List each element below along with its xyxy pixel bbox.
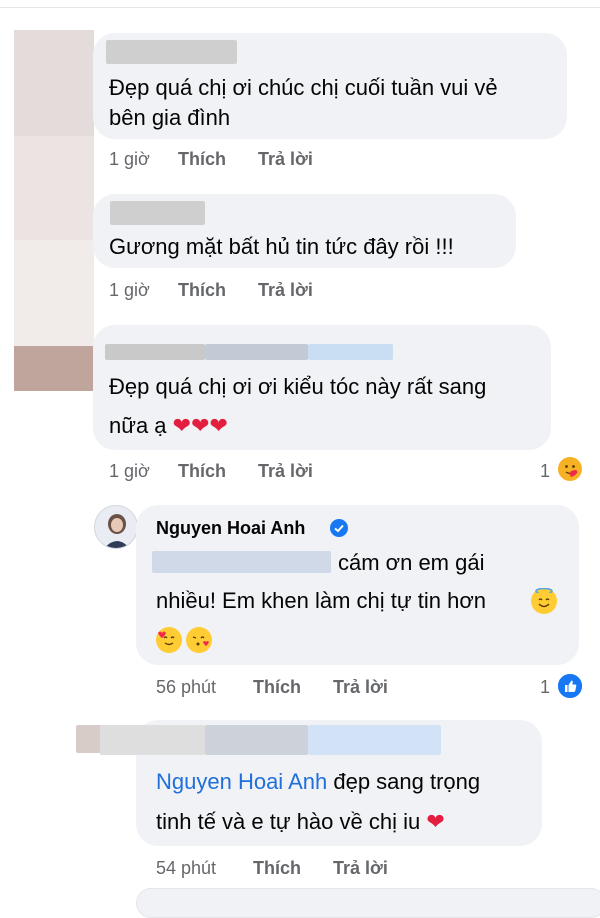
timestamp: 1 giờ <box>109 461 150 481</box>
heart-icon: ❤ <box>426 809 445 834</box>
reply-text: cám ơn em gái <box>338 550 485 575</box>
reaction-count: 1 <box>540 461 551 481</box>
reply-button[interactable]: Trả lời <box>333 858 388 879</box>
smiling-hearts-emoji-icon <box>156 627 182 653</box>
redacted-mention <box>152 551 331 573</box>
comment-text-part: nữa ạ <box>109 413 167 438</box>
top-divider <box>0 7 600 8</box>
timestamp: 54 phút <box>156 858 217 878</box>
reply-text-part: tinh tế và e tự hào về chị iu <box>156 809 421 834</box>
reply-button[interactable]: Trả lời <box>333 677 388 698</box>
reply-text: tinh tế và e tự hào về chị iu ❤ <box>156 802 445 841</box>
redacted-name <box>205 344 308 360</box>
next-reply-input[interactable] <box>136 888 600 918</box>
avatar[interactable] <box>94 505 138 549</box>
verified-badge-icon <box>330 519 348 537</box>
like-button[interactable]: Thích <box>178 461 226 482</box>
author-name[interactable]: Nguyen Hoai Anh <box>156 518 305 539</box>
care-reaction-icon[interactable] <box>558 457 582 481</box>
reply-text: nhiều! Em khen làm chị tự tin hơn <box>156 588 486 613</box>
timestamp: 1 giờ <box>109 280 150 300</box>
timestamp: 1 giờ <box>109 149 150 169</box>
blurred-avatars <box>14 30 94 391</box>
heart-icon: ❤❤❤ <box>172 413 228 438</box>
redacted-name <box>308 344 393 360</box>
like-button[interactable]: Thích <box>253 858 301 879</box>
like-button[interactable]: Thích <box>253 677 301 698</box>
like-button[interactable]: Thích <box>178 149 226 170</box>
smiling-halo-emoji-icon <box>531 587 557 614</box>
reaction-count: 1 <box>540 677 551 697</box>
like-button[interactable]: Thích <box>178 280 226 301</box>
reply-button[interactable]: Trả lời <box>258 461 313 482</box>
timestamp: 56 phút <box>156 677 217 697</box>
redacted-name <box>100 725 205 755</box>
like-reaction-icon[interactable] <box>558 674 582 698</box>
reply-text-part: đẹp sang trọng <box>333 769 481 794</box>
redacted-name <box>308 725 441 755</box>
comment-text: nữa ạ ❤❤❤ <box>109 406 228 445</box>
kissing-heart-emoji-icon <box>186 627 212 653</box>
reply-button[interactable]: Trả lời <box>258 149 313 170</box>
redacted-name <box>205 725 308 755</box>
reply-button[interactable]: Trả lời <box>258 280 313 301</box>
redacted-name <box>110 201 205 225</box>
redacted-name <box>105 344 205 360</box>
comment-text: bên gia đình <box>109 105 231 130</box>
comment-text: Đẹp quá chị ơi ơi kiểu tóc này rất sang <box>109 374 487 399</box>
redacted-name <box>106 40 237 64</box>
reply-text: Nguyen Hoai Anh đẹp sang trọng <box>156 762 480 801</box>
mention-link[interactable]: Nguyen Hoai Anh <box>156 769 327 794</box>
comment-text: Gương mặt bất hủ tin tức đây rồi !!! <box>109 234 454 259</box>
